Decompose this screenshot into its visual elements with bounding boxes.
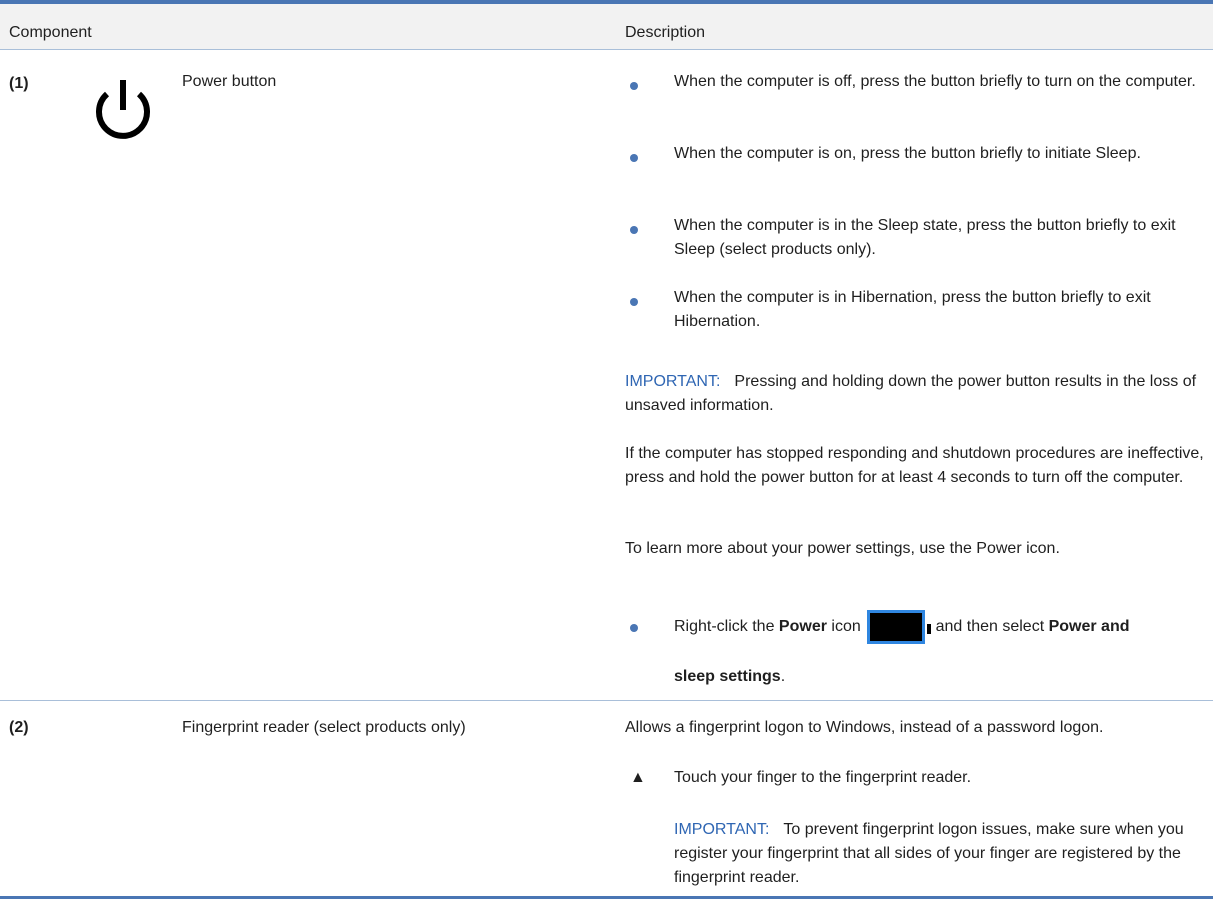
row-divider — [0, 700, 1213, 701]
list-item-continuation: sleep settings. — [674, 665, 1213, 689]
list-item: When the computer is off, press the butt… — [674, 73, 1196, 90]
bullet-icon — [630, 298, 638, 306]
header-description: Description — [625, 24, 706, 41]
component-label: Power button — [182, 73, 277, 90]
bullet-icon — [630, 82, 638, 90]
bullet-icon — [630, 226, 638, 234]
important-label: IMPORTANT: — [674, 821, 770, 838]
important-note: IMPORTANT: To prevent fingerprint logon i… — [674, 818, 1210, 890]
power-and-label: Power and — [1048, 618, 1130, 636]
bullet-icon — [630, 624, 638, 632]
component-label: Fingerprint reader (select products only… — [182, 719, 466, 736]
important-label: IMPORTANT: — [625, 373, 721, 390]
list-item: When the computer is on, press the butto… — [674, 145, 1141, 162]
row-number: (2) — [9, 719, 29, 736]
table-bottom-rule — [0, 896, 1213, 899]
description-text: Allows a fingerprint logon to Windows, i… — [625, 719, 1104, 736]
paragraph: If the computer has stopped responding a… — [625, 445, 1204, 486]
list-item: When the computer is in Hibernation, pre… — [674, 289, 1151, 330]
triangle-icon: ▲ — [630, 769, 646, 786]
text-segment: , and then select — [926, 618, 1049, 636]
list-item: Right-click the Power icon , and then sel… — [674, 610, 1213, 644]
power-icon — [90, 76, 156, 144]
text-segment: . — [780, 668, 786, 685]
important-note: IMPORTANT: Pressing and holding down the … — [625, 370, 1210, 418]
row-number: (1) — [9, 75, 29, 92]
bullet-icon — [630, 154, 638, 162]
text-segment: icon — [826, 618, 861, 636]
header-component: Component — [9, 24, 92, 41]
step-item: Touch your finger to the fingerprint rea… — [674, 769, 972, 786]
paragraph: To learn more about your power settings,… — [625, 540, 1060, 557]
text-segment: Right-click the — [674, 618, 779, 636]
power-label: Power — [778, 618, 827, 636]
battery-icon — [866, 610, 931, 644]
sleep-settings-label: sleep settings — [674, 668, 781, 685]
list-item: When the computer is in the Sleep state,… — [674, 217, 1176, 258]
table-header-row: Component Description — [0, 4, 1213, 50]
